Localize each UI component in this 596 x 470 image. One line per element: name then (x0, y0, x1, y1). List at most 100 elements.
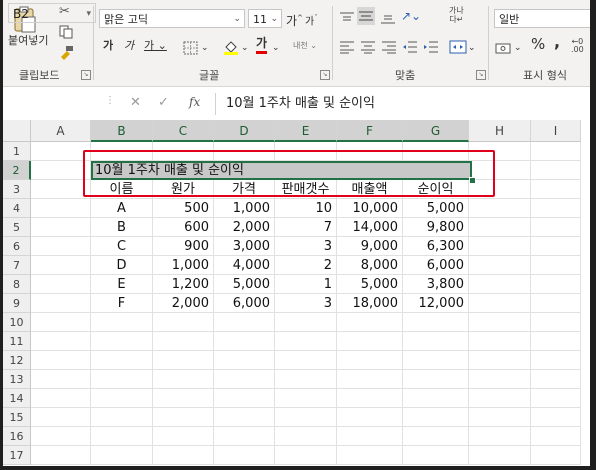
cell-i4[interactable] (531, 199, 581, 218)
cell-h8[interactable] (469, 275, 531, 294)
cell-i7[interactable] (531, 256, 581, 275)
cell-b14[interactable] (91, 389, 153, 408)
underline-button[interactable]: 가 ⌄ (144, 38, 167, 54)
cell-b4[interactable]: A (91, 199, 153, 218)
cell-a8[interactable] (31, 275, 91, 294)
row-header-2[interactable]: 2 (3, 161, 31, 180)
phonetic-icon[interactable]: 내천 ⌄ (293, 38, 317, 54)
cell-c16[interactable] (153, 427, 214, 446)
cell-c9[interactable]: 2,000 (153, 294, 214, 313)
cell-a12[interactable] (31, 351, 91, 370)
row-header-8[interactable]: 8 (3, 275, 31, 294)
cell-i8[interactable] (531, 275, 581, 294)
cell-i11[interactable] (531, 332, 581, 351)
cell-e9[interactable]: 3 (275, 294, 337, 313)
cell-e13[interactable] (275, 370, 337, 389)
cell-b11[interactable] (91, 332, 153, 351)
cell-e8[interactable]: 1 (275, 275, 337, 294)
copy-icon[interactable] (59, 24, 73, 43)
cell-i2[interactable] (531, 161, 581, 180)
align-middle-icon[interactable] (357, 7, 375, 25)
format-painter-icon[interactable] (58, 44, 74, 64)
accounting-format-icon[interactable] (495, 40, 513, 59)
cell-f10[interactable] (337, 313, 403, 332)
cell-g8[interactable]: 3,800 (403, 275, 469, 294)
cell-f12[interactable] (337, 351, 403, 370)
row-header-14[interactable]: 14 (3, 389, 31, 408)
cell-h7[interactable] (469, 256, 531, 275)
increase-font-icon[interactable]: 가^ (286, 10, 303, 29)
cell-a1[interactable] (31, 142, 91, 161)
cell-d9[interactable]: 6,000 (214, 294, 275, 313)
cell-h13[interactable] (469, 370, 531, 389)
chevron-down-icon[interactable]: ⌄ (468, 40, 476, 56)
chevron-down-icon[interactable]: ⌄ (241, 40, 249, 56)
cell-a2[interactable] (31, 161, 91, 180)
column-header-e[interactable]: E (275, 120, 337, 142)
italic-button[interactable]: 가 (124, 38, 134, 54)
cell-a16[interactable] (31, 427, 91, 446)
percent-style-icon[interactable]: % (531, 36, 545, 52)
cell-f4[interactable]: 10,000 (337, 199, 403, 218)
column-header-i[interactable]: I (531, 120, 581, 142)
cell-g4[interactable]: 5,000 (403, 199, 469, 218)
cell-b10[interactable] (91, 313, 153, 332)
cell-c15[interactable] (153, 408, 214, 427)
row-header-9[interactable]: 9 (3, 294, 31, 313)
cell-a4[interactable] (31, 199, 91, 218)
alignment-launcher-icon[interactable]: ↘ (476, 70, 486, 80)
cell-e15[interactable] (275, 408, 337, 427)
cell-b15[interactable] (91, 408, 153, 427)
cell-c11[interactable] (153, 332, 214, 351)
cell-h11[interactable] (469, 332, 531, 351)
align-right-icon[interactable] (381, 39, 397, 58)
cell-d6[interactable]: 3,000 (214, 237, 275, 256)
align-left-icon[interactable] (339, 39, 355, 58)
cell-d11[interactable] (214, 332, 275, 351)
cell-d5[interactable]: 2,000 (214, 218, 275, 237)
cell-a15[interactable] (31, 408, 91, 427)
cell-g14[interactable] (403, 389, 469, 408)
paste-button-label[interactable]: 붙여넣기 (8, 33, 48, 49)
cell-b9[interactable]: F (91, 294, 153, 313)
cell-g6[interactable]: 6,300 (403, 237, 469, 256)
cell-a3[interactable] (31, 180, 91, 199)
cell-e7[interactable]: 2 (275, 256, 337, 275)
cell-e6[interactable]: 3 (275, 237, 337, 256)
row-header-10[interactable]: 10 (3, 313, 31, 332)
cell-g15[interactable] (403, 408, 469, 427)
increase-indent-icon[interactable] (423, 39, 439, 58)
increase-decimal-icon[interactable]: ←0.00 (571, 38, 584, 54)
row-header-7[interactable]: 7 (3, 256, 31, 275)
number-format-combo[interactable]: 일반 (494, 9, 590, 28)
column-header-a[interactable]: A (31, 120, 91, 142)
cell-e11[interactable] (275, 332, 337, 351)
cell-g13[interactable] (403, 370, 469, 389)
cell-i1[interactable] (531, 142, 581, 161)
cell-i10[interactable] (531, 313, 581, 332)
chevron-down-icon[interactable]: ⌄ (272, 40, 280, 56)
merge-center-icon[interactable] (449, 39, 467, 58)
cell-b12[interactable] (91, 351, 153, 370)
cell-i3[interactable] (531, 180, 581, 199)
cell-h10[interactable] (469, 313, 531, 332)
cell-g12[interactable] (403, 351, 469, 370)
cell-d14[interactable] (214, 389, 275, 408)
cell-c13[interactable] (153, 370, 214, 389)
cell-e17[interactable] (275, 446, 337, 465)
chevron-down-icon[interactable]: ⌄ (201, 40, 209, 56)
cell-g11[interactable] (403, 332, 469, 351)
cell-a17[interactable] (31, 446, 91, 465)
column-header-f[interactable]: F (337, 120, 403, 142)
cell-f9[interactable]: 18,000 (337, 294, 403, 313)
cell-i9[interactable] (531, 294, 581, 313)
cell-h4[interactable] (469, 199, 531, 218)
cell-f16[interactable] (337, 427, 403, 446)
cell-g10[interactable] (403, 313, 469, 332)
cell-f8[interactable]: 5,000 (337, 275, 403, 294)
cell-d16[interactable] (214, 427, 275, 446)
row-header-12[interactable]: 12 (3, 351, 31, 370)
cell-a9[interactable] (31, 294, 91, 313)
cell-a5[interactable] (31, 218, 91, 237)
cell-c17[interactable] (153, 446, 214, 465)
